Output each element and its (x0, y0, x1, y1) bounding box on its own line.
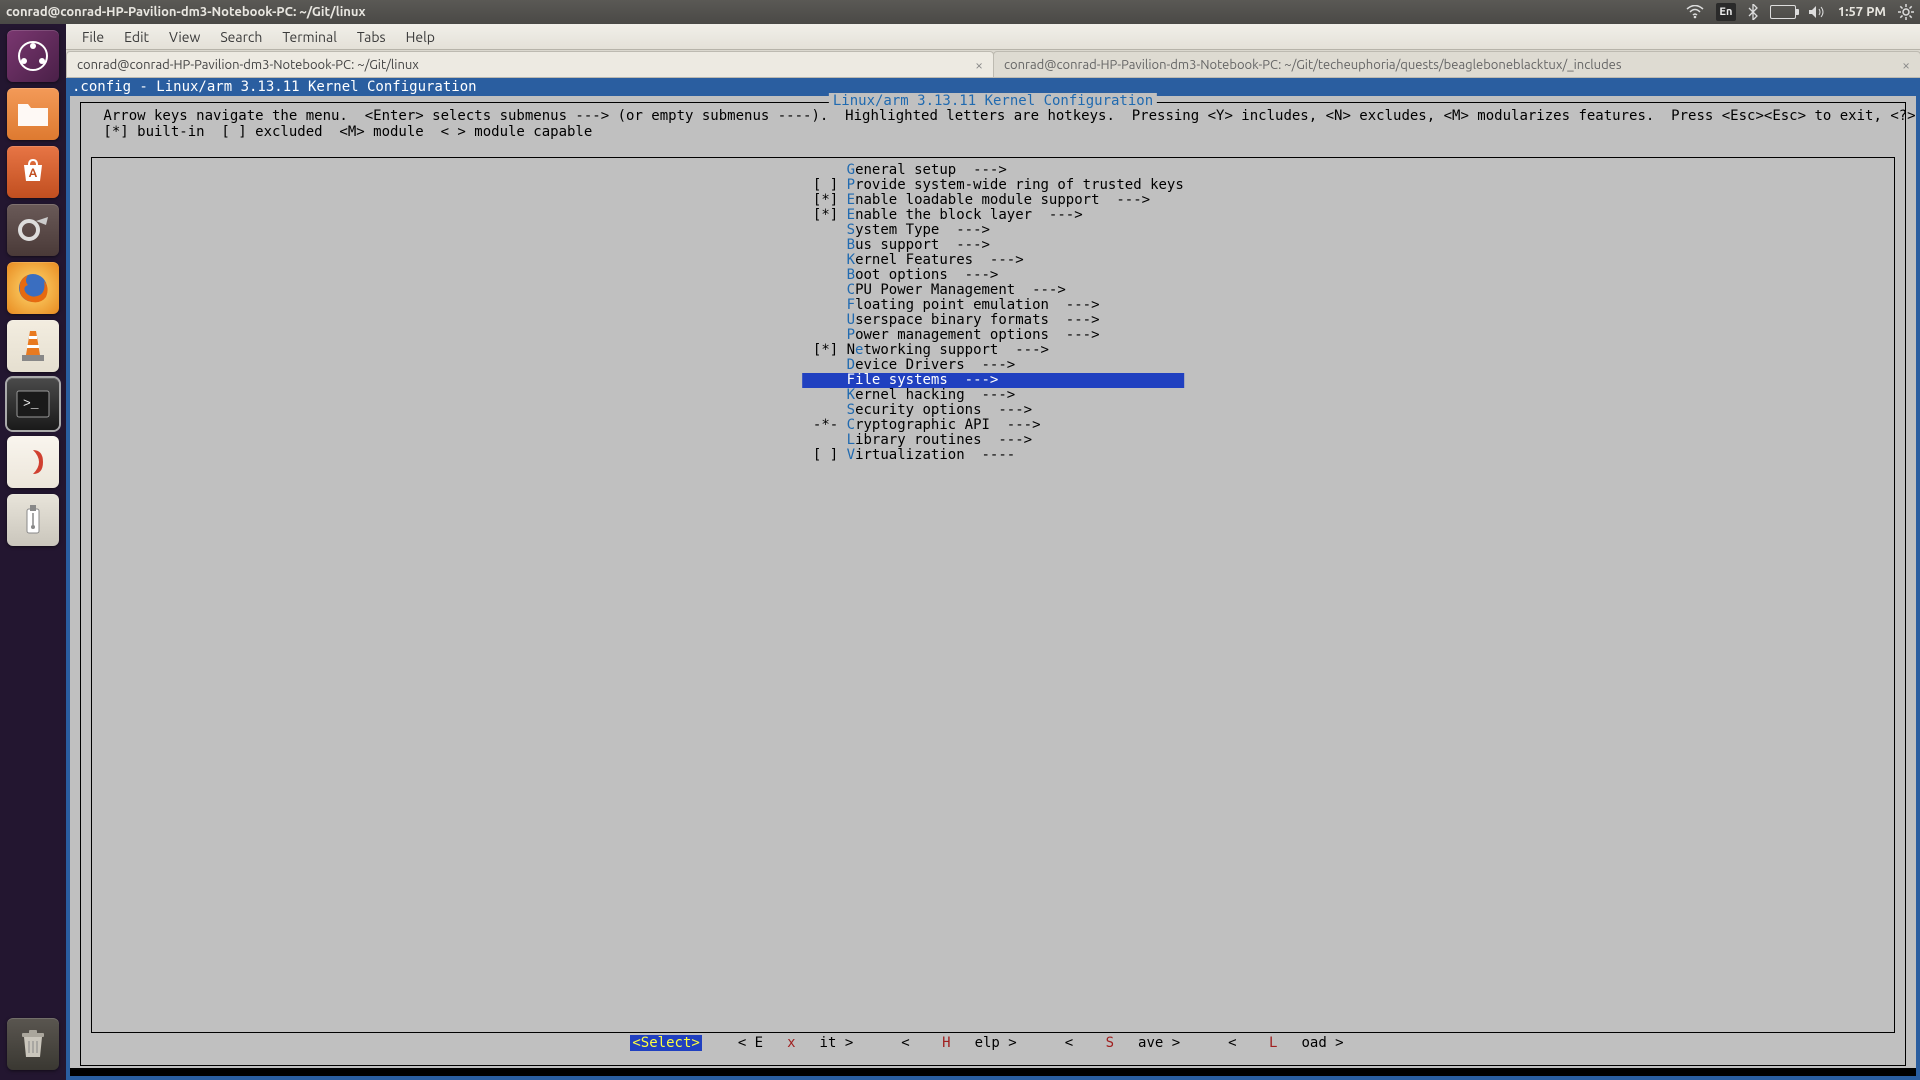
launcher-usb-drive[interactable] (7, 494, 59, 546)
launcher-files[interactable] (7, 88, 59, 140)
gear-icon[interactable] (1898, 4, 1914, 20)
bluetooth-icon[interactable] (1748, 4, 1758, 20)
terminal-viewport[interactable]: .config - Linux/arm 3.13.11 Kernel Confi… (66, 78, 1920, 1080)
menu-item[interactable]: [ ] Virtualization ---- (802, 448, 1184, 463)
menu-item[interactable]: CPU Power Management ---> (802, 283, 1184, 298)
menuconfig-instructions: Arrow keys navigate the menu. <Enter> se… (95, 108, 1891, 140)
menu-terminal[interactable]: Terminal (274, 27, 345, 47)
menuconfig-menu-list[interactable]: General setup --->[ ] Provide system-wid… (802, 163, 1184, 463)
menu-item[interactable]: Device Drivers ---> (802, 358, 1184, 373)
menuconfig-body: Linux/arm 3.13.11 Kernel Configuration A… (66, 96, 1920, 1080)
menu-item[interactable]: Boot options ---> (802, 268, 1184, 283)
menu-item[interactable]: Userspace binary formats ---> (802, 313, 1184, 328)
close-icon[interactable]: × (1902, 57, 1910, 73)
launcher-evince[interactable] (7, 436, 59, 488)
terminal-tab-2[interactable]: conrad@conrad-HP-Pavilion-dm3-Notebook-P… (993, 51, 1920, 77)
terminal-bottom-edge (70, 1068, 1916, 1076)
menu-item[interactable]: [*] Enable loadable module support ---> (802, 193, 1184, 208)
load-button[interactable]: < Load > (1216, 1035, 1355, 1051)
svg-text:A: A (29, 167, 38, 180)
keyboard-language-indicator[interactable]: En (1716, 3, 1736, 21)
clock[interactable]: 1:57 PM (1838, 5, 1886, 19)
system-tray: En 1:57 PM (1686, 3, 1914, 21)
menuconfig-outer-box: Linux/arm 3.13.11 Kernel Configuration A… (80, 102, 1906, 1066)
tab-label: conrad@conrad-HP-Pavilion-dm3-Notebook-P… (1004, 58, 1622, 72)
menu-item[interactable]: General setup ---> (802, 163, 1184, 178)
sound-icon[interactable] (1808, 5, 1826, 19)
menu-file[interactable]: File (74, 27, 112, 47)
menu-tabs[interactable]: Tabs (349, 27, 394, 47)
menu-item[interactable]: Floating point emulation ---> (802, 298, 1184, 313)
terminal-tabbar: conrad@conrad-HP-Pavilion-dm3-Notebook-P… (66, 50, 1920, 78)
menu-item[interactable]: Kernel hacking ---> (802, 388, 1184, 403)
menu-item[interactable]: Power management options ---> (802, 328, 1184, 343)
launcher-trash[interactable] (7, 1018, 59, 1070)
close-icon[interactable]: × (975, 57, 983, 73)
launcher-settings[interactable] (7, 204, 59, 256)
terminal-tab-1[interactable]: conrad@conrad-HP-Pavilion-dm3-Notebook-P… (66, 51, 994, 77)
terminal-menubar: File Edit View Search Terminal Tabs Help (66, 24, 1920, 50)
select-button[interactable]: <Select> (630, 1035, 701, 1051)
launcher-vlc[interactable] (7, 320, 59, 372)
menu-help[interactable]: Help (398, 27, 443, 47)
terminal-window: File Edit View Search Terminal Tabs Help… (66, 24, 1920, 1080)
menu-item[interactable]: Bus support ---> (802, 238, 1184, 253)
save-button[interactable]: < Save > (1053, 1035, 1192, 1051)
tab-label: conrad@conrad-HP-Pavilion-dm3-Notebook-P… (77, 58, 419, 72)
menu-item[interactable]: File systems ---> (802, 373, 1184, 388)
menu-view[interactable]: View (161, 27, 208, 47)
menu-edit[interactable]: Edit (116, 27, 157, 47)
menu-item[interactable]: Library routines ---> (802, 433, 1184, 448)
menu-item[interactable]: [ ] Provide system-wide ring of trusted … (802, 178, 1184, 193)
launcher-firefox[interactable] (7, 262, 59, 314)
exit-button[interactable]: < Exit > (726, 1035, 865, 1051)
menuconfig-title: Linux/arm 3.13.11 Kernel Configuration (829, 93, 1157, 109)
wifi-icon[interactable] (1686, 5, 1704, 19)
launcher-terminal[interactable]: >_ (7, 378, 59, 430)
desktop-topbar: conrad@conrad-HP-Pavilion-dm3-Notebook-P… (0, 0, 1920, 24)
window-title: conrad@conrad-HP-Pavilion-dm3-Notebook-P… (6, 5, 1686, 19)
menu-item[interactable]: System Type ---> (802, 223, 1184, 238)
menu-item[interactable]: [*] Networking support ---> (802, 343, 1184, 358)
menuconfig-menu-box: General setup --->[ ] Provide system-wid… (91, 157, 1895, 1033)
menu-item[interactable]: -*- Cryptographic API ---> (802, 418, 1184, 433)
menu-search[interactable]: Search (212, 27, 270, 47)
menuconfig-buttons: <Select> < Exit > < Help > < Save > < Load > (81, 1035, 1905, 1051)
launcher-software-center[interactable]: A (7, 146, 59, 198)
menu-item[interactable]: Security options ---> (802, 403, 1184, 418)
launcher-dash[interactable] (7, 30, 59, 82)
help-button[interactable]: < Help > (889, 1035, 1028, 1051)
unity-launcher: A >_ (0, 24, 66, 1080)
menu-item[interactable]: Kernel Features ---> (802, 253, 1184, 268)
battery-icon[interactable] (1770, 5, 1796, 19)
menu-item[interactable]: [*] Enable the block layer ---> (802, 208, 1184, 223)
svg-text:>_: >_ (23, 396, 39, 411)
